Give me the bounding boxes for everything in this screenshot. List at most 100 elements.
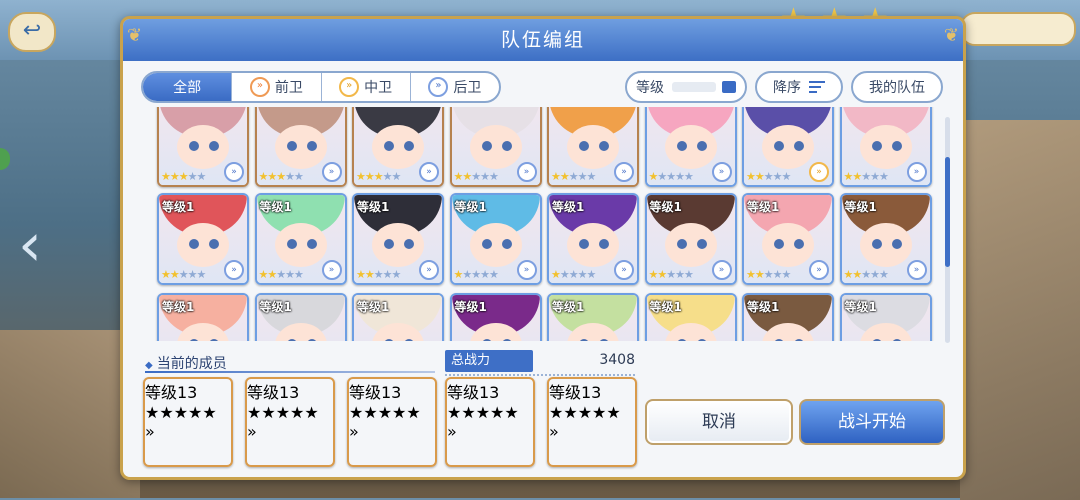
character-card[interactable]: 等级1	[742, 293, 834, 341]
start-battle-label: 战斗开始	[838, 412, 906, 432]
tab-label: 后卫	[453, 80, 482, 96]
character-card[interactable]: 等级1	[839, 293, 932, 341]
character-level: 等级1	[259, 200, 292, 214]
character-level: 等级1	[162, 300, 195, 314]
back-position-icon: »	[428, 77, 449, 97]
sort-order-button[interactable]: 降序	[755, 71, 843, 103]
character-card[interactable]: 等级1	[254, 293, 347, 341]
sort-field-label: 等级	[636, 80, 664, 96]
character-card[interactable]: 等级1	[644, 293, 737, 341]
star-rating-icon: ★★★★★	[161, 268, 206, 281]
diamond-icon: ◆	[145, 360, 153, 371]
team-member-card[interactable]: 等级13 ★★★★★»	[245, 377, 335, 467]
character-card[interactable]: ★★★★★ »	[157, 107, 249, 187]
portrait-face	[177, 223, 229, 267]
star-rating-icon: ★★★★★	[551, 268, 596, 281]
current-members-label: 当前的成员	[156, 356, 227, 372]
character-level: 等级1	[552, 300, 585, 314]
character-level: 等级1	[454, 300, 487, 314]
back-position-icon: »	[711, 260, 732, 280]
portrait-eye	[306, 339, 317, 341]
my-team-button[interactable]: 我的队伍	[851, 71, 943, 103]
position-filter: 全部 » 前卫 » 中卫 » 后卫	[141, 71, 501, 103]
portrait-eye	[209, 239, 219, 249]
portrait-eye	[774, 239, 784, 249]
tab-back[interactable]: » 后卫	[411, 73, 499, 101]
team-member-card[interactable]: 等级13 ★★★★★»	[445, 377, 535, 467]
back-position-icon: »	[516, 260, 537, 280]
character-card[interactable]: ★★★★★ »	[547, 107, 639, 187]
total-power-label: 总战力	[445, 350, 533, 372]
portrait-face	[664, 125, 717, 169]
portrait-face	[664, 223, 717, 267]
character-card[interactable]: 等级1	[547, 293, 639, 341]
portrait-eye	[481, 339, 492, 341]
character-level: 等级1	[552, 200, 585, 214]
sort-lines-icon	[809, 78, 825, 96]
portrait-eye	[481, 239, 492, 249]
character-card[interactable]: 等级1	[449, 293, 542, 341]
tab-label: 全部	[173, 80, 202, 96]
corner-ornament-icon: ❦	[127, 25, 143, 46]
back-position-icon: »	[516, 162, 537, 182]
character-card[interactable]: 等级1	[157, 293, 249, 341]
mid-position-icon: »	[809, 162, 829, 182]
character-card[interactable]: 等级1	[352, 293, 444, 341]
start-battle-button[interactable]: 战斗开始	[799, 399, 945, 445]
portrait-face	[469, 223, 522, 267]
cancel-button[interactable]: 取消	[645, 399, 793, 445]
portrait-eye	[599, 141, 609, 151]
character-card[interactable]: 等级1 ★★★★★ »	[547, 193, 639, 285]
character-level: 等级13	[247, 383, 300, 402]
portrait-eye	[286, 339, 297, 341]
character-card[interactable]: ★★★★★ »	[352, 107, 444, 187]
star-rating-icon: ★★★★★	[843, 170, 889, 183]
character-level: 等级1	[162, 200, 195, 214]
portrait-eye	[579, 239, 589, 249]
character-level: 等级1	[357, 200, 390, 214]
star-rating-icon: ★★★★★	[746, 268, 791, 281]
portrait-eye	[286, 141, 297, 151]
character-card[interactable]: ★★★★★ »	[254, 107, 347, 187]
sort-field-button[interactable]: 等级	[625, 71, 747, 103]
portrait-eye	[676, 141, 687, 151]
dialog-header: 队伍编组	[123, 19, 963, 61]
scroll-thumb[interactable]	[945, 157, 950, 267]
portrait-eye	[676, 339, 687, 341]
character-card[interactable]: ★★★★★ »	[644, 107, 737, 187]
back-position-icon: »	[419, 260, 439, 280]
portrait-face	[372, 223, 424, 267]
team-member-card[interactable]: 等级13 ★★★★★»	[547, 377, 637, 467]
portrait-eye	[696, 239, 707, 249]
team-member-card[interactable]: 等级13 ★★★★★»	[347, 377, 437, 467]
character-card[interactable]: 等级1 ★★★★★ »	[157, 193, 249, 285]
mid-position-icon: »	[339, 77, 360, 97]
team-member-card[interactable]: 等级13 ★★★★★»	[143, 377, 233, 467]
character-card[interactable]: 等级1 ★★★★★ »	[839, 193, 932, 285]
back-position-icon: »	[145, 422, 155, 441]
character-card[interactable]: ★★★★★ »	[839, 107, 932, 187]
star-rating-icon: ★★★★★	[746, 170, 791, 183]
sort-field-placeholder	[672, 82, 716, 92]
portrait-eye	[306, 239, 317, 249]
character-card[interactable]: 等级1 ★★★★★ »	[742, 193, 834, 285]
character-level: 等级1	[649, 300, 682, 314]
character-card[interactable]: ★★★★★ »	[742, 107, 834, 187]
character-card[interactable]: 等级1 ★★★★★ »	[254, 193, 347, 285]
portrait-eye	[676, 239, 687, 249]
tab-mid[interactable]: » 中卫	[322, 73, 411, 101]
tab-all[interactable]: 全部	[143, 73, 233, 101]
character-card[interactable]: 等级1 ★★★★★ »	[449, 193, 542, 285]
back-position-icon: »	[447, 422, 457, 441]
star-rating-icon: ★★★★★	[356, 268, 401, 281]
portrait-eye	[209, 141, 219, 151]
portrait-face	[762, 223, 814, 267]
character-card[interactable]: 等级1 ★★★★★ »	[352, 193, 444, 285]
grid-scrollbar[interactable]	[945, 117, 950, 343]
portrait-eye	[501, 339, 512, 341]
character-card[interactable]: 等级1 ★★★★★ »	[644, 193, 737, 285]
tab-front[interactable]: » 前卫	[232, 73, 322, 101]
character-card[interactable]: ★★★★★ »	[449, 107, 542, 187]
portrait-face	[567, 223, 619, 267]
back-arrow-icon: ↩	[8, 12, 56, 52]
